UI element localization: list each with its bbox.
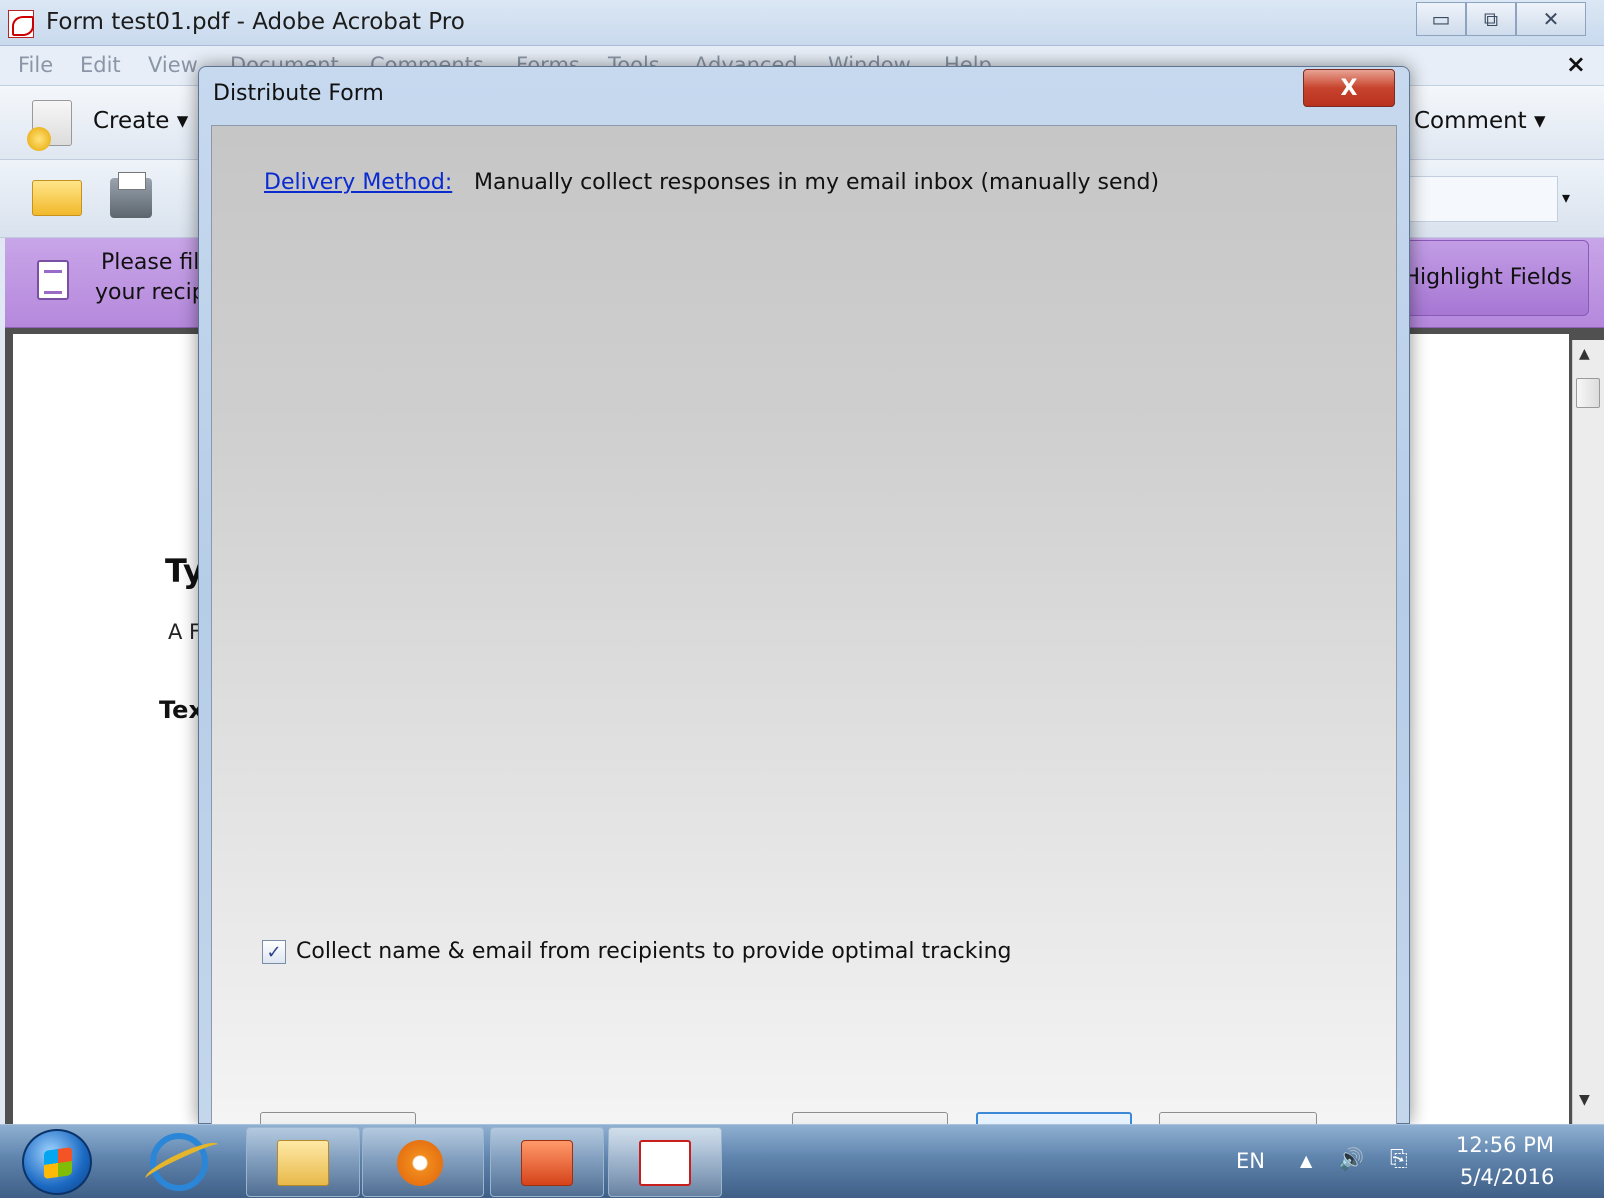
taskbar-explorer[interactable]	[246, 1127, 360, 1197]
internet-explorer-icon[interactable]	[150, 1133, 208, 1191]
media-player-icon	[397, 1140, 443, 1186]
windows-taskbar: EN ▲ 🔊 ⎘ 12:56 PM 5/4/2016	[0, 1124, 1604, 1198]
create-button[interactable]: Create ▾	[93, 108, 188, 134]
delivery-method-value: Manually collect responses in my email i…	[474, 170, 1160, 195]
network-icon[interactable]: ⎘	[1390, 1147, 1408, 1172]
form-message-line2: your recip	[95, 280, 206, 305]
acrobat-pdf-icon	[8, 10, 34, 38]
taskbar-acrobat[interactable]	[608, 1127, 722, 1197]
folder-icon	[277, 1140, 329, 1186]
distribute-form-dialog: Distribute Form X Delivery Method: Manua…	[198, 66, 1410, 1156]
close-window-button[interactable]: ✕	[1516, 2, 1586, 36]
form-document-icon	[37, 260, 69, 300]
menu-edit[interactable]: Edit	[80, 53, 121, 77]
menu-view[interactable]: View	[148, 53, 198, 77]
start-button[interactable]	[22, 1129, 92, 1195]
delivery-method-link[interactable]: Delivery Method:	[264, 170, 452, 195]
comment-button[interactable]: Comment ▾	[1414, 108, 1546, 134]
create-pdf-icon[interactable]	[27, 100, 72, 151]
close-document-icon[interactable]: ×	[1566, 50, 1586, 78]
minimize-button[interactable]: ▭	[1416, 2, 1466, 36]
form-message-line1: Please fill	[101, 250, 206, 275]
clock-time[interactable]: 12:56 PM	[1456, 1133, 1554, 1157]
chevron-down-icon[interactable]: ▾	[1562, 188, 1570, 207]
show-hidden-icons[interactable]: ▲	[1300, 1151, 1312, 1170]
scroll-down-icon[interactable]: ▼	[1579, 1092, 1590, 1108]
taskbar-powerpoint[interactable]	[490, 1127, 604, 1197]
clock-date[interactable]: 5/4/2016	[1460, 1165, 1554, 1189]
open-folder-icon[interactable]	[32, 180, 82, 216]
dialog-close-button[interactable]: X	[1303, 69, 1395, 107]
scroll-up-icon[interactable]: ▲	[1579, 346, 1590, 362]
window-title: Form test01.pdf - Adobe Acrobat Pro	[46, 9, 465, 35]
maximize-button[interactable]: ⧉	[1466, 2, 1516, 36]
volume-icon[interactable]: 🔊	[1338, 1147, 1364, 1172]
dialog-content: Delivery Method: Manually collect respon…	[211, 125, 1397, 1156]
vertical-scrollbar[interactable]: ▲ ▼	[1572, 340, 1604, 1124]
highlight-fields-label: Highlight Fields	[1403, 265, 1572, 290]
scroll-thumb[interactable]	[1576, 378, 1600, 408]
powerpoint-icon	[521, 1140, 573, 1186]
taskbar-media-player[interactable]	[362, 1127, 484, 1197]
menu-file[interactable]: File	[18, 53, 53, 77]
dialog-title: Distribute Form	[213, 81, 384, 106]
window-titlebar: Form test01.pdf - Adobe Acrobat Pro ▭ ⧉ …	[0, 0, 1604, 46]
collect-info-label[interactable]: Collect name & email from recipients to …	[296, 939, 1012, 964]
document-text: A F	[168, 620, 202, 644]
toolbar-combo-field[interactable]	[1408, 176, 1558, 222]
window-controls: ▭ ⧉ ✕	[1416, 2, 1586, 36]
print-icon[interactable]	[110, 172, 152, 218]
acrobat-icon	[639, 1140, 691, 1186]
collect-info-checkbox[interactable]: ✓	[262, 940, 286, 964]
language-indicator[interactable]: EN	[1236, 1149, 1265, 1173]
